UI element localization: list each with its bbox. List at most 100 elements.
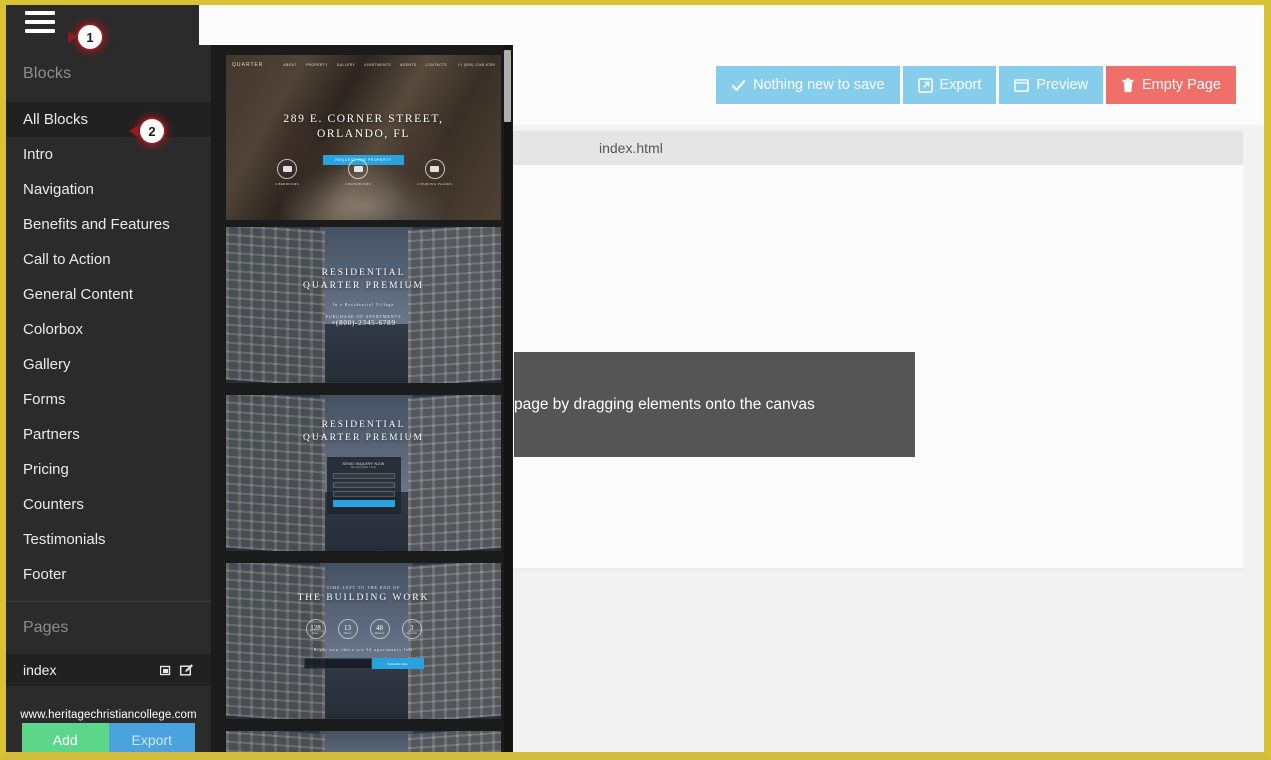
export-button-label: Export: [940, 77, 982, 93]
blocks-thumbnail-panel: QUARTER ABOUT PROPERTY GALLERY APARTMENT…: [211, 45, 513, 752]
block-thumbnail-intro-phone[interactable]: RESIDENTIAL QUARTER PREMIUM In a Residen…: [226, 227, 501, 383]
trash-icon: [1121, 78, 1135, 93]
sidebar-item-navigation[interactable]: Navigation: [6, 172, 211, 207]
inquiry-form-card: SEND INQUIRY NOW We reply within 1 hour: [327, 457, 401, 514]
empty-canvas-hint: page by dragging elements onto the canva…: [514, 352, 915, 457]
tab-index-html[interactable]: index.html: [513, 140, 663, 156]
sidebar-item-label: Colorbox: [23, 321, 83, 338]
nav-link: AGENTS: [400, 63, 416, 67]
block-thumbnail-hero-property[interactable]: QUARTER ABOUT PROPERTY GALLERY APARTMENT…: [226, 55, 501, 220]
blocks-panel-scrollbar-thumb[interactable]: [504, 50, 511, 122]
canvas-page-shadow: [513, 568, 1243, 572]
form-subtitle: We reply within 1 hour: [333, 466, 395, 469]
sidebar-item-partners[interactable]: Partners: [6, 417, 211, 452]
nav-link: ABOUT: [283, 63, 297, 67]
countdown-value: 128: [310, 624, 321, 632]
sidebar-item-label: Call to Action: [23, 251, 111, 268]
block-title-line2: ORLANDO, FL: [226, 127, 501, 142]
building-left: [226, 731, 325, 752]
block-phone-label: PURCHASE OF APARTMENTS: [226, 314, 501, 319]
block-thumbnail-intro-form[interactable]: RESIDENTIAL QUARTER PREMIUM SEND INQUIRY…: [226, 395, 501, 551]
block-title-line2: QUARTER PREMIUM: [226, 432, 501, 445]
sidebar-item-call-to-action[interactable]: Call to Action: [6, 242, 211, 277]
save-button[interactable]: Nothing new to save: [716, 66, 899, 104]
save-button-label: Nothing new to save: [753, 77, 884, 93]
edit-icon[interactable]: [180, 663, 194, 677]
sky-gradient: [320, 563, 414, 660]
feature-label: 2 PARKING PLACES: [417, 182, 452, 186]
annotation-arrow-2: [129, 125, 138, 137]
sidebar-item-colorbox[interactable]: Colorbox: [6, 312, 211, 347]
car-icon: [425, 159, 445, 179]
form-submit-button: [333, 500, 395, 507]
hamburger-menu-icon[interactable]: [25, 11, 55, 33]
countdown-unit: Minutes: [375, 632, 385, 635]
block-title-line2: QUARTER PREMIUM: [226, 280, 501, 293]
duplicate-icon[interactable]: [160, 663, 174, 677]
sidebar-item-label: Counters: [23, 496, 84, 513]
building-right: [408, 731, 502, 752]
countdown-hours: 13 Hours: [338, 619, 358, 639]
pages-heading: Pages: [6, 602, 211, 654]
sidebar: Blocks All Blocks Intro Navigation Benef…: [6, 45, 211, 752]
export-button[interactable]: Export: [903, 66, 997, 104]
sidebar-item-gallery[interactable]: Gallery: [6, 347, 211, 382]
app-stage: Blocks All Blocks Intro Navigation Benef…: [6, 5, 1264, 752]
feature-label: 4 BEDROOMS: [275, 182, 299, 186]
sidebar-item-general-content[interactable]: General Content: [6, 277, 211, 312]
block-logo: QUARTER: [232, 62, 263, 68]
sidebar-item-label: Partners: [23, 426, 80, 443]
sidebar-item-forms[interactable]: Forms: [6, 382, 211, 417]
blocks-panel-scrollbar-track[interactable]: [504, 45, 512, 752]
sidebar-item-label: General Content: [23, 286, 133, 303]
countdown-minutes: 48 Minutes: [370, 619, 390, 639]
sidebar-item-intro[interactable]: Intro: [6, 137, 211, 172]
countdown-seconds: 3 Seconds: [402, 619, 422, 639]
page-list-item-index[interactable]: index: [6, 654, 211, 686]
countdown-days: 128 Days: [306, 619, 326, 639]
sidebar-item-label: Navigation: [23, 181, 94, 198]
sidebar-item-pricing[interactable]: Pricing: [6, 452, 211, 487]
sidebar-item-label: Intro: [23, 146, 53, 163]
add-page-button[interactable]: Add: [22, 723, 109, 752]
empty-page-button[interactable]: Empty Page: [1106, 66, 1236, 104]
canvas-page[interactable]: page by dragging elements onto the canva…: [513, 165, 1243, 568]
block-sub-text: Right now there are 34 apartments left: [226, 647, 501, 652]
countdown-unit: Days: [312, 632, 318, 635]
watermark-text: www.heritagechristiancollege.com: [6, 709, 211, 721]
annotation-badge-2: 2: [138, 117, 166, 145]
sidebar-item-label: Gallery: [23, 356, 71, 373]
empty-page-button-label: Empty Page: [1142, 77, 1221, 93]
external-link-icon: [918, 78, 933, 93]
preview-button[interactable]: Preview: [999, 66, 1103, 104]
form-field-name: [333, 473, 395, 479]
page-name-label: index: [23, 662, 56, 678]
window-icon: [1014, 78, 1029, 93]
sidebar-item-all-blocks[interactable]: All Blocks: [6, 102, 211, 137]
sidebar-item-counters[interactable]: Counters: [6, 487, 211, 522]
block-title-line1: 289 E. CORNER STREET,: [226, 112, 501, 127]
top-bar: [6, 5, 1264, 45]
sidebar-item-label: All Blocks: [23, 111, 88, 128]
sidebar-item-label: Benefits and Features: [23, 216, 170, 233]
sidebar-item-label: Forms: [23, 391, 66, 408]
countdown-unit: Seconds: [406, 632, 417, 635]
block-phone: +(800)-2345-6789: [226, 319, 501, 327]
block-thumbnail-partial[interactable]: [226, 731, 501, 752]
export-page-button[interactable]: Export: [109, 723, 196, 752]
blocks-heading: Blocks: [6, 45, 211, 102]
subscribe-button: Subscribe Now: [372, 658, 424, 669]
nav-link: CONTACTS: [425, 63, 447, 67]
bath-icon: [348, 159, 368, 179]
nav-link: PROPERTY: [306, 63, 328, 67]
sky-gradient: [320, 731, 414, 752]
block-title-line1: RESIDENTIAL: [226, 419, 501, 432]
sidebar-item-label: Testimonials: [23, 531, 106, 548]
sidebar-item-label: Pricing: [23, 461, 69, 478]
block-thumbnail-countdown[interactable]: TIME LEFT TO THE END OF THE BUILDING WOR…: [226, 563, 501, 719]
sidebar-item-benefits-and-features[interactable]: Benefits and Features: [6, 207, 211, 242]
sidebar-item-testimonials[interactable]: Testimonials: [6, 522, 211, 557]
nav-phone: +1 (800) 2345-6789: [458, 63, 495, 67]
sidebar-item-footer[interactable]: Footer: [6, 557, 211, 592]
block-title-line1: RESIDENTIAL: [226, 267, 501, 280]
